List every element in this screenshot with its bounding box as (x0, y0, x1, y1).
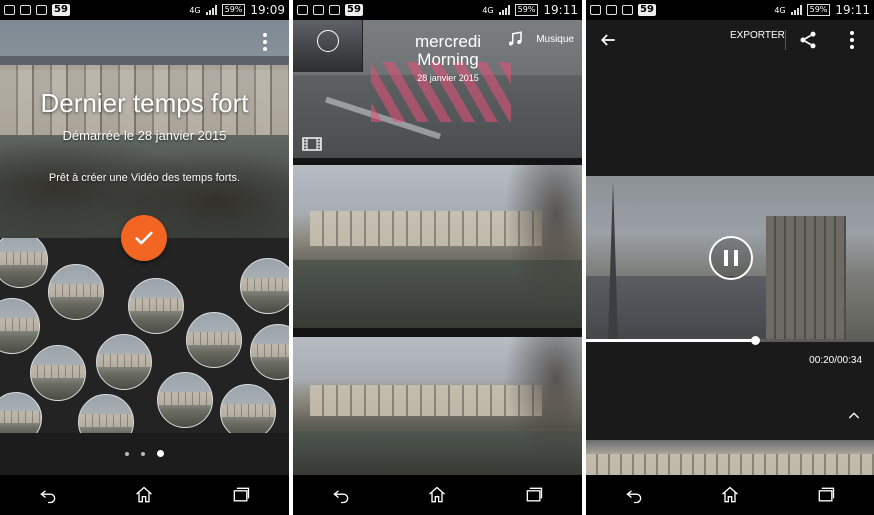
nav-home-icon[interactable] (134, 485, 154, 505)
nav-recents-icon[interactable] (524, 485, 544, 505)
battery-indicator: 59% (221, 4, 246, 16)
nav-recents-icon[interactable] (816, 485, 836, 505)
toolbar-divider (785, 30, 786, 50)
page-dot-active[interactable] (157, 450, 164, 457)
nav-home-icon[interactable] (427, 485, 447, 505)
start-date-subtitle: Démarrée le 28 janvier 2015 (62, 128, 227, 143)
music-button[interactable]: Musique (506, 30, 574, 48)
nav-back-icon[interactable] (624, 485, 644, 505)
screen-video-player: 59 4G 59% 19:11 EXPORTER 00:20/00:34 (586, 0, 874, 515)
overflow-menu-icon[interactable] (255, 32, 275, 52)
back-arrow-icon[interactable] (598, 30, 618, 50)
photo-bubble[interactable] (48, 264, 104, 320)
photo-bubble[interactable] (0, 298, 40, 354)
screen-story-timeline: 59 4G 59% 19:11 Musique mercredi Morning… (293, 0, 582, 515)
export-button[interactable]: EXPORTER (730, 30, 785, 41)
photo-bubble[interactable] (240, 258, 289, 314)
photo-bubble[interactable] (186, 312, 242, 368)
signal-icon (790, 5, 802, 15)
status-time: 19:09 (250, 3, 285, 17)
page-title: Dernier temps fort (40, 88, 249, 118)
chevron-up-icon[interactable] (846, 408, 862, 424)
image-icon (329, 5, 340, 15)
mail-icon (606, 5, 617, 15)
signal-icon (498, 5, 510, 15)
photo-bubble[interactable] (128, 278, 184, 334)
status-time: 19:11 (835, 3, 870, 17)
image-icon (36, 5, 47, 15)
photo-bubble[interactable] (220, 384, 276, 433)
cover-thumbnail[interactable] (293, 20, 363, 72)
network-label: 4G (774, 5, 786, 15)
navigation-bar (586, 475, 874, 515)
nav-recents-icon[interactable] (231, 485, 251, 505)
network-label: 4G (482, 5, 494, 15)
create-video-button[interactable] (121, 215, 167, 261)
battery-indicator: 59% (514, 4, 539, 16)
seek-handle[interactable] (751, 336, 761, 345)
signal-icon (205, 5, 217, 15)
share-icon[interactable] (798, 30, 818, 50)
battery-indicator: 59% (806, 4, 831, 16)
ready-description: Prêt à créer une Vidéo des temps forts. (48, 172, 241, 184)
time-code: 00:20/00:34 (809, 355, 862, 366)
photo-bubble[interactable] (157, 372, 213, 428)
status-bar: 59 4G 59% 19:11 (293, 0, 582, 20)
screen-highlight-summary: 59 4G 59% 19:09 Dernier temps fort Démar… (0, 0, 289, 515)
playback-progress[interactable] (586, 336, 874, 345)
image-icon (622, 5, 633, 15)
status-badge: 59 (345, 4, 363, 16)
clip-thumbnail[interactable] (293, 337, 582, 475)
next-clip-preview[interactable] (586, 440, 874, 475)
photo-bubble[interactable] (250, 324, 289, 380)
status-bar: 59 4G 59% 19:11 (586, 0, 874, 20)
navigation-bar (0, 475, 289, 515)
network-label: 4G (189, 5, 201, 15)
page-indicator (0, 450, 289, 457)
status-badge: 59 (52, 4, 70, 16)
status-bar: 59 4G 59% 19:09 (0, 0, 289, 20)
day-title: mercredi Morning (414, 32, 482, 69)
status-badge: 59 (638, 4, 656, 16)
pause-icon[interactable] (709, 236, 753, 280)
notification-icon (4, 5, 15, 15)
nav-back-icon[interactable] (331, 485, 351, 505)
navigation-bar (293, 475, 582, 515)
overflow-menu-icon[interactable] (846, 30, 858, 50)
photo-bubble[interactable] (30, 345, 86, 401)
photo-bubble[interactable] (78, 394, 134, 433)
music-label: Musique (536, 33, 574, 45)
checkmark-icon (135, 231, 153, 245)
clip-thumbnail[interactable] (293, 165, 582, 328)
photo-bubble[interactable] (0, 392, 42, 433)
photo-bubble-grid (0, 238, 289, 433)
notification-icon (590, 5, 601, 15)
film-icon[interactable] (302, 137, 322, 151)
notification-icon (297, 5, 308, 15)
photo-bubble[interactable] (0, 238, 48, 288)
nav-home-icon[interactable] (720, 485, 740, 505)
day-date: 28 janvier 2015 (417, 73, 479, 83)
status-time: 19:11 (543, 3, 578, 17)
mail-icon (313, 5, 324, 15)
page-dot[interactable] (125, 451, 129, 456)
music-note-icon (509, 31, 522, 46)
mail-icon (20, 5, 31, 15)
nav-back-icon[interactable] (38, 485, 58, 505)
photo-bubble[interactable] (96, 334, 152, 390)
page-dot[interactable] (141, 451, 145, 456)
